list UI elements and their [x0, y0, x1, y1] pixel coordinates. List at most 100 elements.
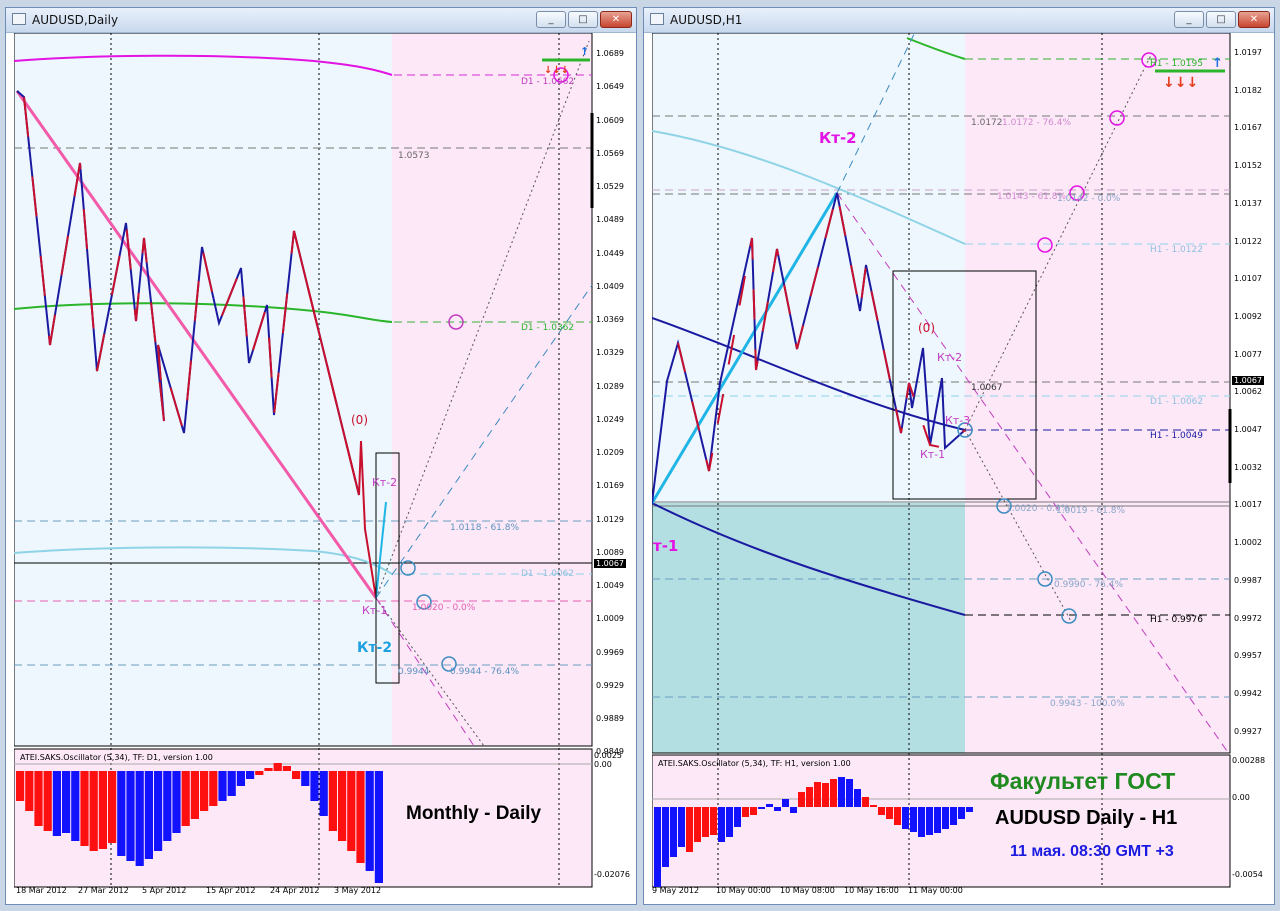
oscillator-bar [98, 771, 107, 849]
maximize-icon: □ [578, 14, 588, 25]
oscillator-bar [710, 807, 717, 835]
level-fib-0: 1.0020 - 0.0% [412, 603, 476, 613]
oscillator-bar [144, 771, 153, 859]
price-axis-label: 0.9929 [596, 680, 624, 690]
oscillator-bar [264, 768, 273, 771]
daily-chart-window[interactable]: AUDUSD,Daily _ □ ✕ ↑ ↓↓↓ 1.0689 1.0649 1… [5, 7, 637, 905]
oscillator-bar [678, 807, 685, 847]
time-axis-label: 5 Apr 2012 [142, 886, 187, 895]
level-fib-0172: 1.0172 - 76.4% [1002, 118, 1072, 128]
level-fib-0143: 1.0143 - 61.8% [997, 192, 1067, 202]
maximize-button[interactable]: □ [1206, 11, 1236, 28]
minimize-button[interactable]: _ [1174, 11, 1204, 28]
current-price-badge: 1.0067 [594, 559, 626, 568]
h1-window-titlebar[interactable]: AUDUSD,H1 _ □ ✕ [644, 8, 1274, 33]
time-axis-label: 24 Apr 2012 [270, 886, 320, 895]
price-axis-label: 1.0689 [596, 49, 624, 58]
oscillator-bar [886, 807, 893, 819]
oscillator-bar [374, 771, 383, 883]
time-axis-label: 9 May 2012 [652, 886, 700, 895]
oscillator-bar [25, 771, 34, 811]
marker-kt3: Кт-3 [945, 414, 971, 427]
oscillator-bar [135, 771, 144, 866]
price-axis-label: 0.9969 [596, 647, 624, 657]
price-axis-label: 1.0609 [596, 115, 624, 125]
price-axis-label: 1.0002 [1234, 538, 1262, 548]
oscillator-bar [319, 771, 328, 816]
close-button[interactable]: ✕ [1238, 11, 1270, 28]
oscillator-bar [328, 771, 337, 831]
marker-zero: (0) [918, 321, 935, 335]
oscillator-bar [942, 807, 949, 829]
current-price-badge: 1.0067 [1232, 376, 1264, 385]
oscillator-bar [774, 807, 781, 811]
price-axis-label: 1.0569 [596, 148, 624, 158]
level-fib-0943: 0.9943 - 100.0% [1050, 699, 1125, 709]
close-button[interactable]: ✕ [600, 11, 632, 28]
price-axis-label: 1.0077 [1234, 349, 1262, 359]
maximize-button[interactable]: □ [568, 11, 598, 28]
overlay-faculty: Факультет ГОСТ [990, 768, 1176, 794]
minimize-button[interactable]: _ [536, 11, 566, 28]
oscillator-bar [830, 779, 837, 807]
close-icon: ✕ [1249, 14, 1259, 25]
level-fib-0019: 1.0019 - 61.8% [1056, 506, 1126, 516]
level-fib-764-a: 0.9944 [398, 667, 430, 677]
price-axis-label: 1.0649 [596, 82, 624, 92]
price-axis-label: 1.0049 [596, 581, 624, 590]
svg-text:↓↓↓: ↓↓↓ [544, 65, 569, 76]
oscillator-bar [52, 771, 61, 836]
oscillator-bar [218, 771, 227, 801]
price-axis-label: 0.9972 [1234, 613, 1262, 623]
oscillator-bar [80, 771, 89, 846]
overlay-pair: AUDUSD Daily - H1 [995, 807, 1178, 829]
oscillator-bar [798, 792, 805, 807]
oscillator-bar [365, 771, 374, 871]
oscillator-bar [958, 807, 965, 819]
oscillator-bar [43, 771, 52, 831]
marker-kt1: Кт-1 [362, 604, 388, 617]
price-axis-label: 1.0197 [1234, 48, 1262, 57]
price-axis-label: 1.0209 [596, 448, 624, 457]
price-axis-label: 0.9942 [1234, 688, 1262, 698]
chart-window-icon [650, 13, 664, 25]
oscillator-bar [34, 771, 43, 826]
time-axis-label: 10 May 08:00 [780, 886, 835, 895]
svg-text:↑: ↑ [1212, 56, 1223, 71]
price-axis-label: 1.0107 [1234, 274, 1262, 284]
h1-chart-window[interactable]: AUDUSD,H1 _ □ ✕ ↑ ↓↓↓ 1.0197 1.0182 1.01… [643, 7, 1275, 905]
oscillator-bar [822, 783, 829, 807]
level-fib-0990: 0.9990 - 76.4% [1054, 580, 1124, 590]
level-1-0172: 1.0172 [971, 118, 1003, 128]
price-axis-label: 1.0009 [596, 614, 624, 624]
level-d1-low: D1 - 1.0062 [521, 569, 575, 579]
oscillator-bar [154, 771, 163, 851]
overlay-time: 11 мая. 08:30 GMT +3 [1010, 843, 1174, 860]
oscillator-bar [16, 771, 25, 801]
oscillator-bar [301, 771, 310, 786]
oscillator-bar [910, 807, 917, 832]
price-axis-label: 1.0529 [596, 182, 624, 191]
chart-window-icon [12, 13, 26, 25]
osc-axis-zero: 0.00 [594, 760, 612, 769]
level-fib-618: 1.0118 - 61.8% [450, 523, 520, 533]
time-axis-label: 10 May 16:00 [844, 886, 899, 895]
oscillator-bar [670, 807, 677, 857]
price-axis-label: 1.0489 [596, 215, 624, 225]
oscillator-bar [854, 789, 861, 807]
oscillator-bar [894, 807, 901, 825]
oscillator-bar [838, 777, 845, 807]
oscillator-bar [934, 807, 941, 833]
oscillator-bar [71, 771, 80, 841]
oscillator-bar [255, 771, 264, 775]
oscillator-bar [702, 807, 709, 837]
oscillator-bar [62, 771, 71, 833]
level-h1-top: H1 - 1.0195 [1150, 59, 1203, 69]
price-axis-label: 1.0129 [596, 514, 624, 524]
time-axis-label: 11 May 00:00 [908, 886, 963, 895]
minimize-icon: _ [1186, 14, 1192, 25]
level-fib-0142: 1.0142 - 0.0% [1057, 194, 1121, 204]
close-icon: ✕ [611, 14, 621, 25]
oscillator-bar [966, 807, 973, 812]
daily-window-titlebar[interactable]: AUDUSD,Daily _ □ ✕ [6, 8, 636, 33]
